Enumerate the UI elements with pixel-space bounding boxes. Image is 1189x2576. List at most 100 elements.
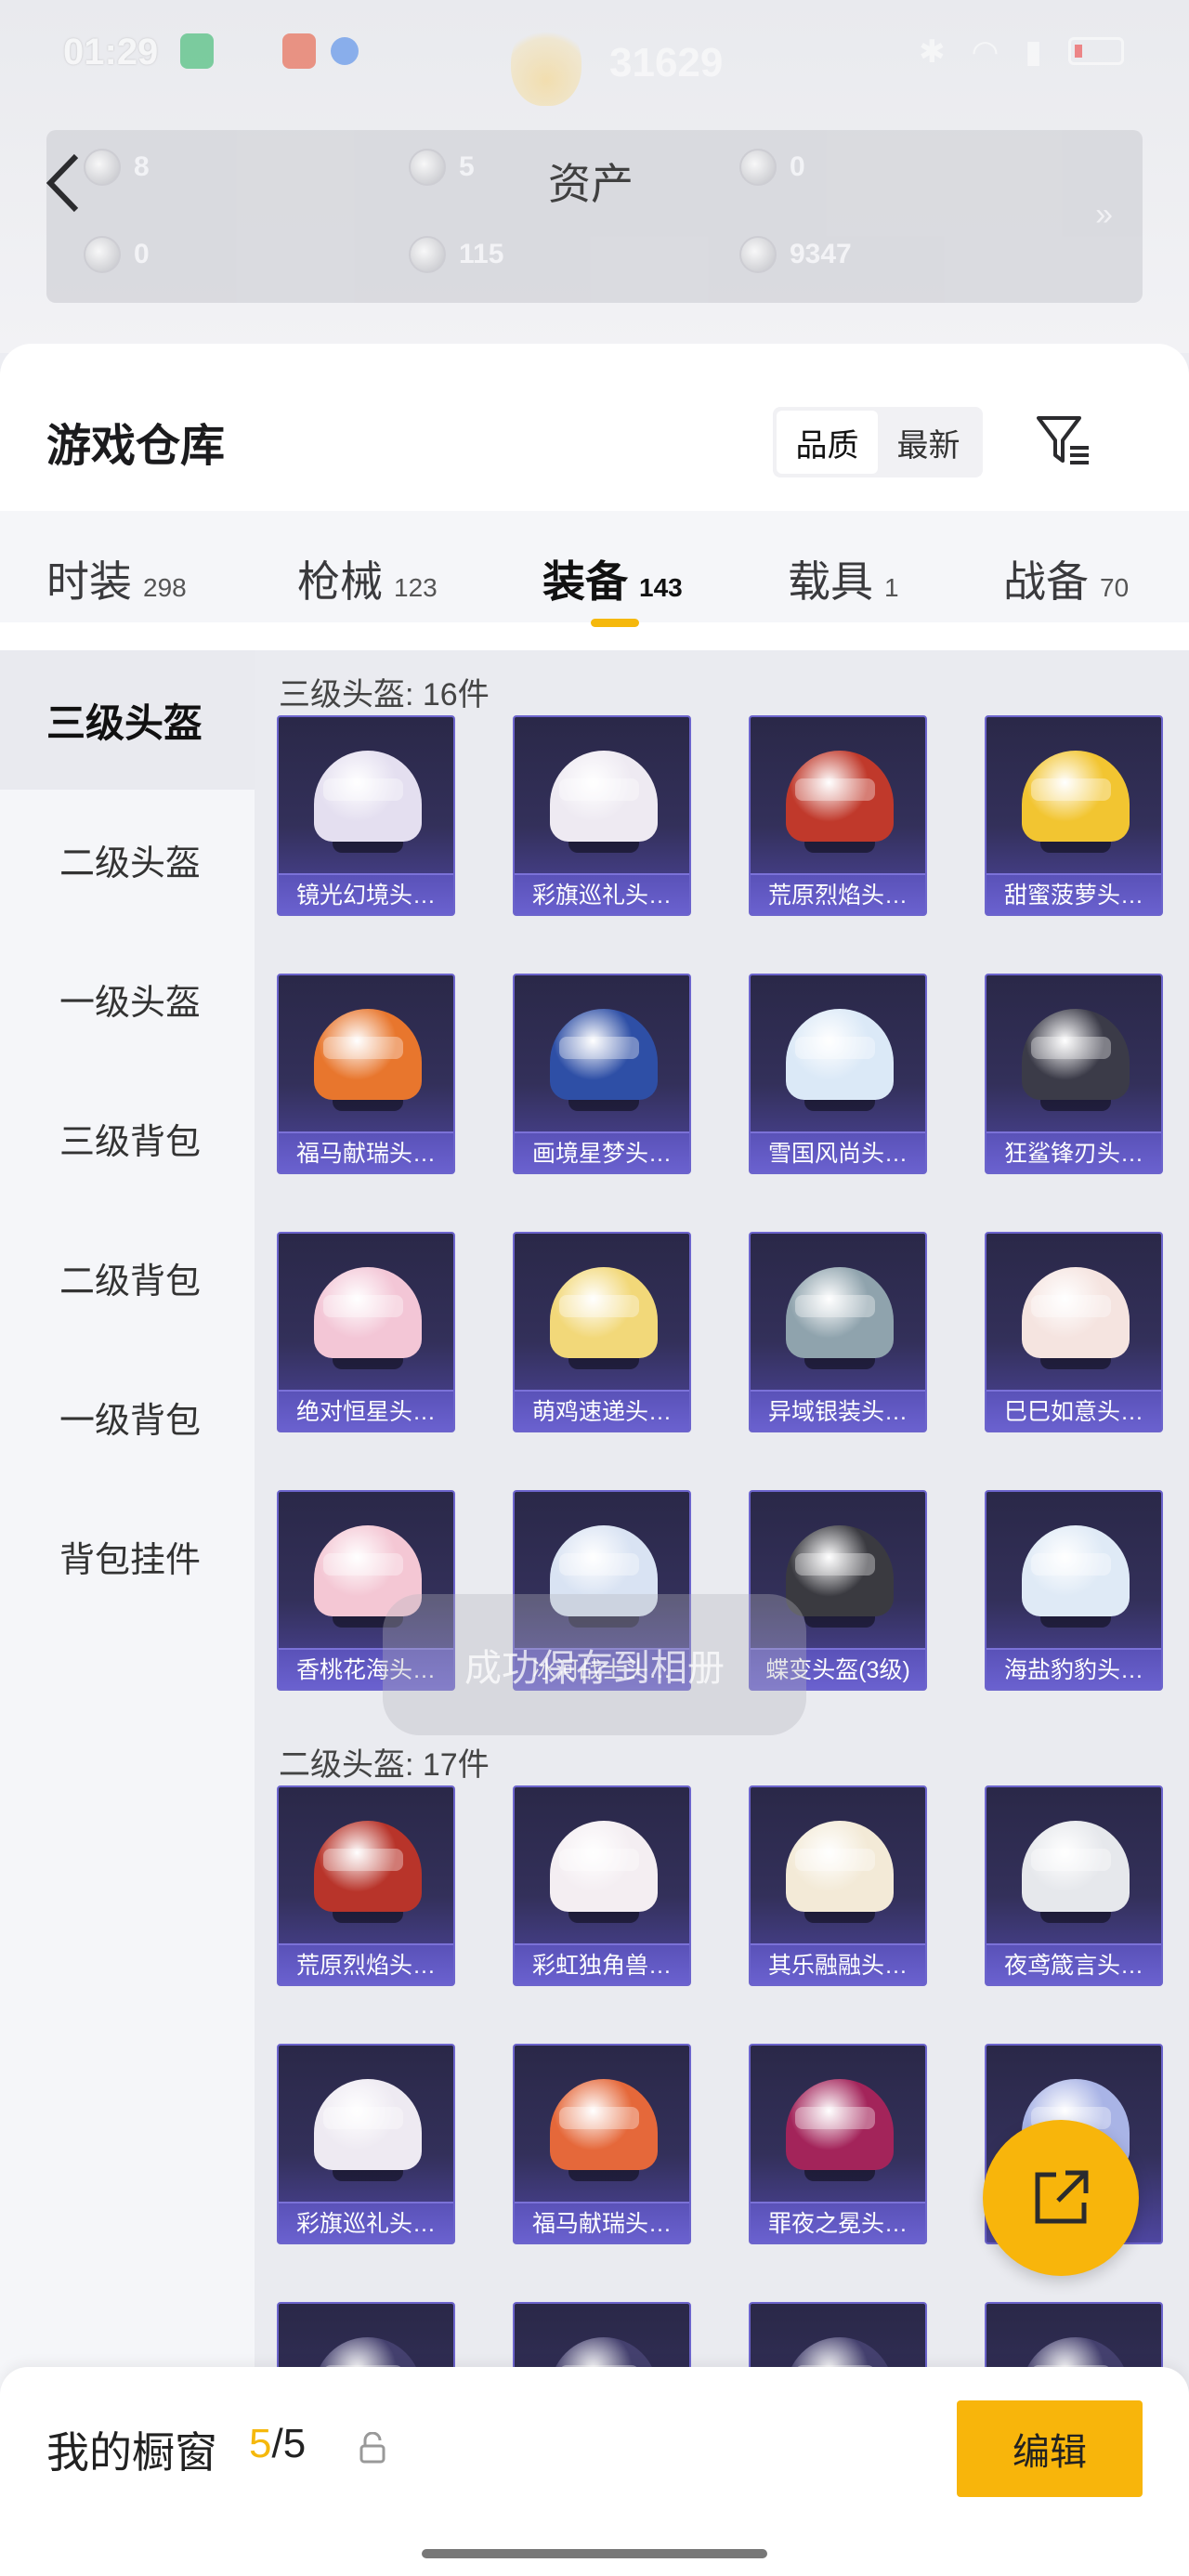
edit-button[interactable]: 编辑 (957, 2400, 1143, 2497)
status-time: 01:29 (63, 32, 159, 72)
category-tabs: 时装 298 枪械 123 装备 143 载具 1 战备 70 (0, 511, 1189, 622)
showcase-bar: 我的橱窗 5/5 编辑 (0, 2367, 1189, 2576)
item-card[interactable]: 巳巳如意头… (985, 1232, 1163, 1432)
item-card[interactable]: 萌鸡速递头… (513, 1232, 691, 1432)
item-card[interactable]: 镜光幻境头… (277, 715, 455, 916)
helmet-icon (786, 1009, 894, 1111)
asset-value: 9347 (790, 239, 852, 269)
cloud-app-icon (331, 37, 359, 65)
item-card[interactable]: 荒原烈焰头… (277, 1785, 455, 1986)
home-indicator (422, 2549, 767, 2558)
sort-by-newest-button[interactable]: 最新 (878, 411, 979, 474)
item-card[interactable]: 海盐豹豹头… (985, 1490, 1163, 1691)
assets-card: 8 5 0 0 115 9347 资产 » (46, 130, 1143, 303)
asset-value: 0 (790, 151, 805, 182)
sidebar-item-level1-helmet[interactable]: 一级头盔 (0, 929, 255, 1068)
tab-vehicles[interactable]: 载具 1 (788, 548, 899, 609)
showcase-current: 5 (249, 2421, 272, 2466)
item-name: 狂鲨锋刃头… (1003, 1141, 1143, 1167)
sidebar-item-level1-backpack[interactable]: 一级背包 (0, 1347, 255, 1486)
asset-item: 9347 (739, 236, 852, 273)
tab-label: 战备 (1003, 557, 1089, 606)
currency-icon (409, 236, 446, 273)
tab-count: 70 (1100, 573, 1130, 602)
tab-equipment[interactable]: 装备 143 (542, 548, 683, 609)
section-label-level3-helmet: 三级头盔: 16件 (279, 677, 490, 713)
section-label-level2-helmet: 二级头盔: 17件 (279, 1747, 490, 1783)
helmet-icon (1022, 1267, 1130, 1369)
asset-value: 5 (459, 151, 475, 182)
helmet-icon (1022, 1009, 1130, 1111)
score-display: 31629 (511, 20, 723, 106)
battery-icon (1068, 37, 1124, 65)
flame-icon (511, 20, 581, 106)
item-name: 异域银装头… (767, 1399, 908, 1425)
helmet-icon (314, 1267, 422, 1369)
filter-icon[interactable] (1033, 411, 1092, 470)
asset-value: 8 (134, 151, 150, 182)
item-card[interactable]: 荒原烈焰头… (749, 715, 927, 916)
sidebar-item-backpack-pendant[interactable]: 背包挂件 (0, 1486, 255, 1626)
showcase-total: /5 (271, 2421, 307, 2466)
item-name: 福马献瑞头… (531, 2211, 672, 2237)
item-card[interactable]: 画境星梦头… (513, 974, 691, 1174)
item-name: 福马献瑞头… (295, 1141, 436, 1167)
assets-title: 资产 (548, 160, 634, 208)
currency-icon (409, 149, 446, 186)
item-name: 其乐融融头… (767, 1953, 908, 1979)
item-card[interactable]: 雪国风尚头… (749, 974, 927, 1174)
helmet-icon (1022, 1821, 1130, 1923)
item-card[interactable]: 彩旗巡礼头… (513, 715, 691, 916)
back-arrow-icon[interactable] (41, 150, 87, 216)
item-card[interactable]: 夜鸢箴言头… (985, 1785, 1163, 1986)
tab-count: 298 (143, 573, 187, 602)
tab-count: 143 (639, 573, 683, 602)
item-card[interactable]: 罪夜之冕头… (749, 2044, 927, 2244)
status-indicators: ✱ ◠ ▮ (919, 33, 1124, 71)
item-card[interactable]: 彩旗巡礼头… (277, 2044, 455, 2244)
page-title: 游戏仓库 (46, 422, 226, 471)
item-name: 荒原烈焰头… (767, 883, 908, 909)
item-card[interactable]: 狂鲨锋刃头… (985, 974, 1163, 1174)
tab-count: 1 (884, 573, 899, 602)
asset-value: 115 (459, 239, 504, 269)
item-card[interactable]: 异域银装头… (749, 1232, 927, 1432)
item-name: 甜蜜菠萝头… (1003, 883, 1143, 909)
sort-by-quality-button[interactable]: 品质 (777, 411, 878, 474)
item-card[interactable]: 绝对恒星头… (277, 1232, 455, 1432)
sidebar-item-level2-helmet[interactable]: 二级头盔 (0, 790, 255, 929)
item-name: 海盐豹豹头… (1003, 1657, 1143, 1683)
chevron-right-icon[interactable]: » (1095, 197, 1113, 233)
item-card[interactable]: 福马献瑞头… (513, 2044, 691, 2244)
currency-icon (739, 236, 777, 273)
share-button[interactable] (983, 2120, 1139, 2276)
toast-message: 成功保存到相册 (383, 1594, 806, 1735)
battery-app-icon (180, 33, 214, 69)
item-card[interactable]: 福马献瑞头… (277, 974, 455, 1174)
status-bar: 01:29 31629 ✱ ◠ ▮ (0, 20, 1189, 106)
item-name: 荒原烈焰头… (295, 1953, 436, 1979)
sidebar-item-level2-backpack[interactable]: 二级背包 (0, 1208, 255, 1347)
helmet-icon (1022, 1525, 1130, 1628)
active-tab-indicator (591, 619, 639, 627)
sidebar-item-level3-helmet[interactable]: 三级头盔 (0, 650, 255, 790)
helmet-icon (314, 1821, 422, 1923)
tab-fashion[interactable]: 时装 298 (46, 548, 187, 609)
item-card[interactable]: 彩虹独角兽… (513, 1785, 691, 1986)
lock-icon (359, 2432, 385, 2464)
tab-label: 载具 (788, 557, 873, 606)
item-name: 彩旗巡礼头… (531, 883, 672, 909)
item-name: 绝对恒星头… (295, 1399, 436, 1425)
helmet-icon (550, 1009, 658, 1111)
currency-icon (84, 149, 121, 186)
item-card[interactable]: 其乐融融头… (749, 1785, 927, 1986)
item-name: 彩虹独角兽… (531, 1953, 672, 1979)
asset-item: 0 (739, 149, 805, 186)
item-card[interactable]: 甜蜜菠萝头… (985, 715, 1163, 916)
item-name: 萌鸡速递头… (531, 1399, 672, 1425)
tab-weapons[interactable]: 枪械 123 (297, 548, 438, 609)
subcategory-sidebar: 三级头盔 二级头盔 一级头盔 三级背包 二级背包 一级背包 背包挂件 (0, 650, 255, 2576)
sidebar-item-level3-backpack[interactable]: 三级背包 (0, 1068, 255, 1208)
tab-battle-gear[interactable]: 战备 70 (1003, 548, 1129, 609)
item-name: 彩旗巡礼头… (295, 2211, 436, 2237)
